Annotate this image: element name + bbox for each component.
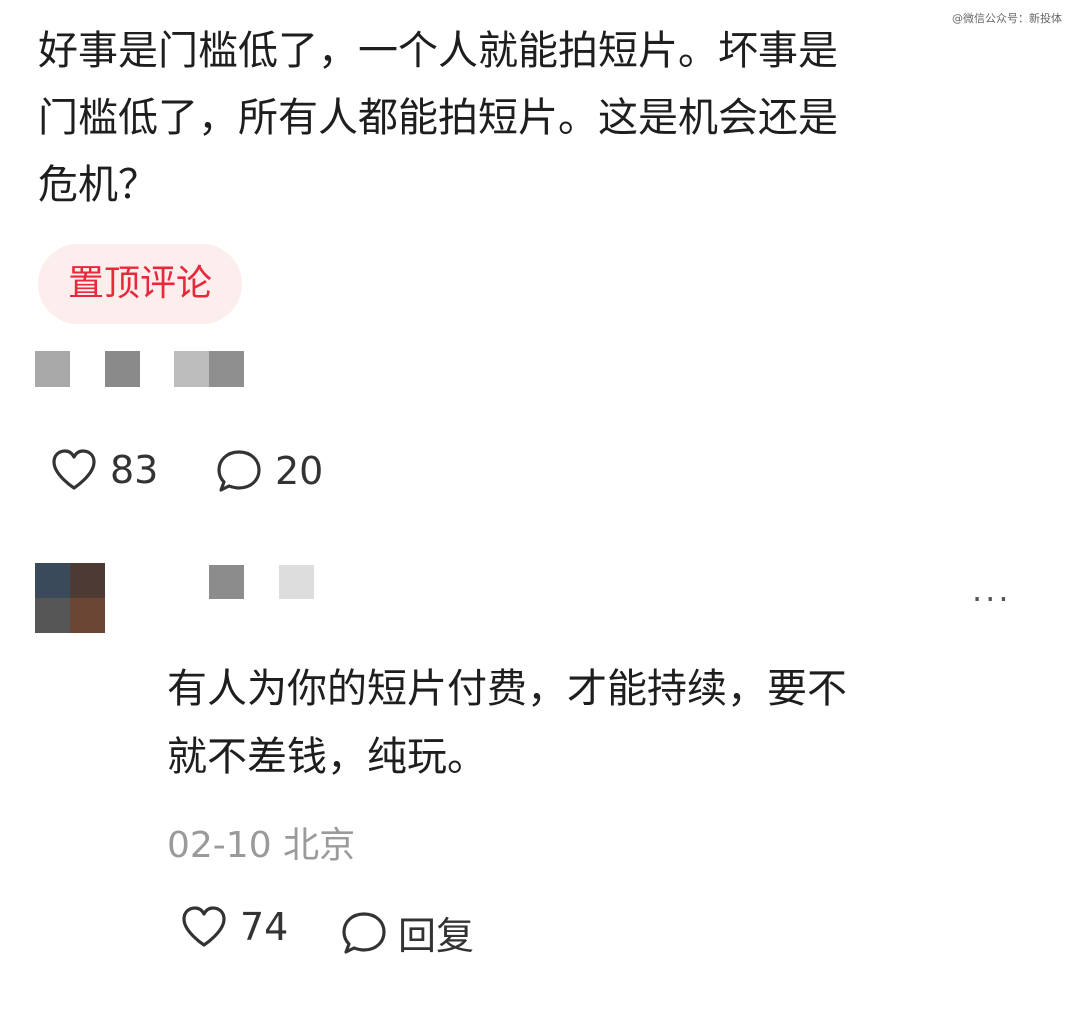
pinned-comment-line: 好事是门槛低了，一个人就能拍短片。坏事是 bbox=[38, 28, 838, 74]
reply-date: 02-10 bbox=[167, 825, 272, 866]
like-count: 74 bbox=[240, 905, 289, 949]
pinned-comment-button[interactable]: 20 bbox=[215, 448, 323, 494]
comment-count: 20 bbox=[275, 449, 324, 493]
pixel-block bbox=[209, 565, 244, 599]
pinned-like-button[interactable]: 83 bbox=[50, 448, 158, 492]
pixel-block bbox=[105, 351, 140, 387]
comment-icon bbox=[340, 910, 388, 956]
reply-comment-line: 有人为你的短片付费，才能持续，要不 bbox=[167, 666, 847, 712]
avatar-pixel bbox=[70, 598, 105, 633]
avatar-pixel bbox=[35, 598, 70, 633]
reply-meta: 02-10 北京 bbox=[167, 816, 355, 868]
pixel-block bbox=[279, 565, 314, 599]
reply-location: 北京 bbox=[283, 825, 356, 866]
reply-comment-line: 就不差钱，纯玩。 bbox=[167, 734, 487, 780]
avatar-pixel bbox=[70, 563, 105, 598]
heart-icon bbox=[50, 448, 98, 492]
pixel-block bbox=[35, 351, 70, 387]
comment-icon bbox=[215, 448, 263, 494]
more-icon[interactable]: ··· bbox=[972, 580, 1012, 618]
pinned-comment-line: 门槛低了，所有人都能拍短片。这是机会还是 bbox=[38, 95, 838, 141]
heart-icon bbox=[180, 905, 228, 949]
pinned-comment-badge: 置顶评论 bbox=[38, 244, 243, 324]
reply-like-button[interactable]: 74 bbox=[180, 905, 288, 949]
reply-comment-text: 有人为你的短片付费，才能持续，要不 就不差钱，纯玩。 bbox=[167, 655, 1027, 791]
pinned-comment-line: 危机？ bbox=[38, 162, 158, 208]
pixel-block bbox=[174, 351, 209, 387]
pinned-comment-text: 好事是门槛低了，一个人就能拍短片。坏事是 门槛低了，所有人都能拍短片。这是机会还… bbox=[38, 18, 1038, 219]
pixel-block bbox=[209, 351, 244, 387]
reply-label: 回复 bbox=[398, 914, 475, 958]
avatar-pixel bbox=[35, 563, 70, 598]
reply-button[interactable]: 回复 bbox=[340, 905, 474, 960]
avatar[interactable] bbox=[35, 563, 105, 633]
like-count: 83 bbox=[110, 448, 159, 492]
